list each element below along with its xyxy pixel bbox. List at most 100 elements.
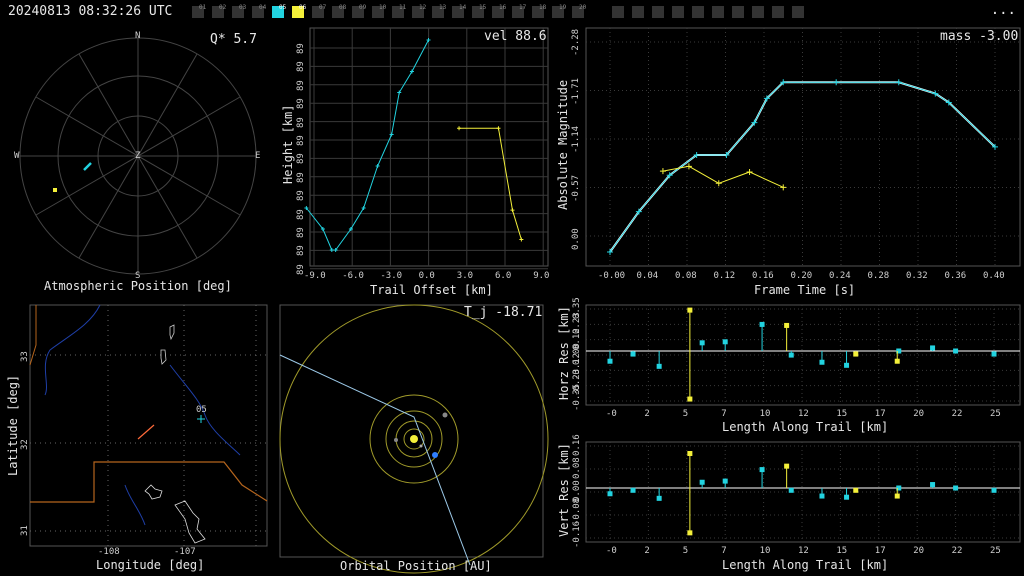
residual-point <box>819 493 825 499</box>
vert-res-plot[interactable] <box>585 441 1021 543</box>
station-tab-label: 02 <box>219 4 227 11</box>
mag-x-tick: 0.24 <box>829 271 851 281</box>
velocity-readout: vel 88.6 <box>484 29 547 44</box>
sun <box>410 435 418 443</box>
height-y-tick: 89 <box>296 79 306 91</box>
res-x-tick: -0 <box>606 409 617 419</box>
station-tab-label: 12 <box>419 4 427 11</box>
mag-ylabel: Absolute Magnitude <box>556 79 570 210</box>
menu-button[interactable]: ... <box>991 2 1016 18</box>
res-x-tick: 5 <box>682 546 689 556</box>
height-y-tick: 89 <box>296 61 306 73</box>
station-tab-label: 17 <box>519 4 527 11</box>
height-xlabel: Trail Offset [km] <box>370 283 493 297</box>
height-x-tick: -6.0 <box>342 271 364 281</box>
planet-mars <box>442 412 448 418</box>
height-plot[interactable] <box>304 27 549 270</box>
residual-point <box>991 351 997 357</box>
station-tab-label: 04 <box>259 4 267 11</box>
map-plot[interactable] <box>29 304 268 547</box>
station-tab-empty[interactable] <box>692 6 704 18</box>
residual-point <box>844 362 850 368</box>
height-point <box>375 164 380 168</box>
map-ylabel: Latitude [deg] <box>6 374 20 476</box>
station-tab-empty[interactable] <box>652 6 664 18</box>
mag-x-tick: 0.20 <box>790 271 813 281</box>
station-tab-empty[interactable] <box>712 6 724 18</box>
state-border-2 <box>29 305 37 366</box>
residual-point <box>930 482 936 488</box>
res-y-tick: 0.08 <box>572 457 582 479</box>
polar-north-label: N <box>135 31 141 41</box>
vert-xlabel: Length Along Trail [km] <box>722 558 889 572</box>
res-x-tick: 20 <box>913 409 925 419</box>
res-x-tick: 5 <box>682 409 689 419</box>
residual-point <box>819 359 825 365</box>
tj-readout: T_j -18.71 <box>464 305 543 320</box>
station-tab-label: 11 <box>399 4 407 11</box>
height-y-tick: 89 <box>296 153 306 165</box>
res-y-tick: 0.16 <box>572 434 582 456</box>
mag-x-tick: 0.08 <box>675 271 697 281</box>
height-x-tick: 0.0 <box>418 271 435 281</box>
station-tab-empty[interactable] <box>732 6 744 18</box>
horz-res-plot[interactable] <box>585 304 1021 406</box>
residual-point <box>953 348 959 354</box>
polar-east-label: E <box>255 151 261 161</box>
residual-point <box>784 463 790 469</box>
res-x-tick: 7 <box>721 409 727 419</box>
map-x-tick: -107 <box>174 547 196 557</box>
mag-x-tick: -0.00 <box>598 271 626 281</box>
res-x-tick: 15 <box>836 546 848 556</box>
height-y-tick: 89 <box>296 171 306 183</box>
residual-point <box>607 358 613 364</box>
magnitude-plot[interactable] <box>585 27 1021 267</box>
orbit-plot[interactable] <box>279 304 549 574</box>
mag-y-tick: -1.14 <box>571 125 581 153</box>
orbit-xlabel: Orbital Position [AU] <box>340 559 492 573</box>
station-tab-label: 14 <box>459 4 467 11</box>
height-x-tick: -3.0 <box>380 271 403 281</box>
mag-series-line <box>609 81 996 253</box>
mag-x-tick: 0.32 <box>906 271 928 281</box>
mag-y-tick: -1.71 <box>571 77 581 105</box>
residual-point <box>759 467 765 473</box>
station-tab-label: 07 <box>319 4 327 11</box>
station-tab-label: 19 <box>559 4 567 11</box>
res-x-tick: 17 <box>874 546 886 556</box>
station-tab-empty[interactable] <box>672 6 684 18</box>
residual-point <box>722 339 728 345</box>
mag-point <box>833 79 840 86</box>
station-tab-label: 08 <box>339 4 347 11</box>
residual-point <box>630 351 636 357</box>
mass-readout: mass -3.00 <box>940 29 1019 44</box>
station-tab-label: 16 <box>499 4 507 11</box>
station-tab-empty[interactable] <box>612 6 624 18</box>
height-x-tick: 9.0 <box>533 271 550 281</box>
meteor-track-cyan <box>83 162 92 171</box>
height-y-tick: 89 <box>296 116 306 128</box>
height-y-tick: 89 <box>296 190 306 202</box>
station-tab-empty[interactable] <box>752 6 764 18</box>
vert-ylabel: Vert Res [km] <box>557 443 571 537</box>
res-x-tick: 20 <box>913 546 925 556</box>
meteor-point-yellow <box>53 188 57 192</box>
residual-point <box>607 491 613 497</box>
mag-point <box>746 168 753 175</box>
height-ylabel: Height [km] <box>281 104 295 184</box>
height-point <box>496 126 501 131</box>
lake-outline-2 <box>160 349 167 365</box>
res-x-tick: -0 <box>606 546 617 556</box>
station-tab-empty[interactable] <box>772 6 784 18</box>
river-line-3 <box>124 484 146 526</box>
mag-point <box>780 184 787 191</box>
river-line <box>44 304 101 396</box>
meteor-ground-track <box>137 424 155 440</box>
mag-y-tick: 0.00 <box>571 228 581 250</box>
mag-fit-line <box>609 81 996 253</box>
residual-point <box>853 487 859 493</box>
station-tab-label: 05 <box>279 4 287 11</box>
station-tab-label: 13 <box>439 4 447 11</box>
station-tab-empty[interactable] <box>632 6 644 18</box>
station-tab-empty[interactable] <box>792 6 804 18</box>
